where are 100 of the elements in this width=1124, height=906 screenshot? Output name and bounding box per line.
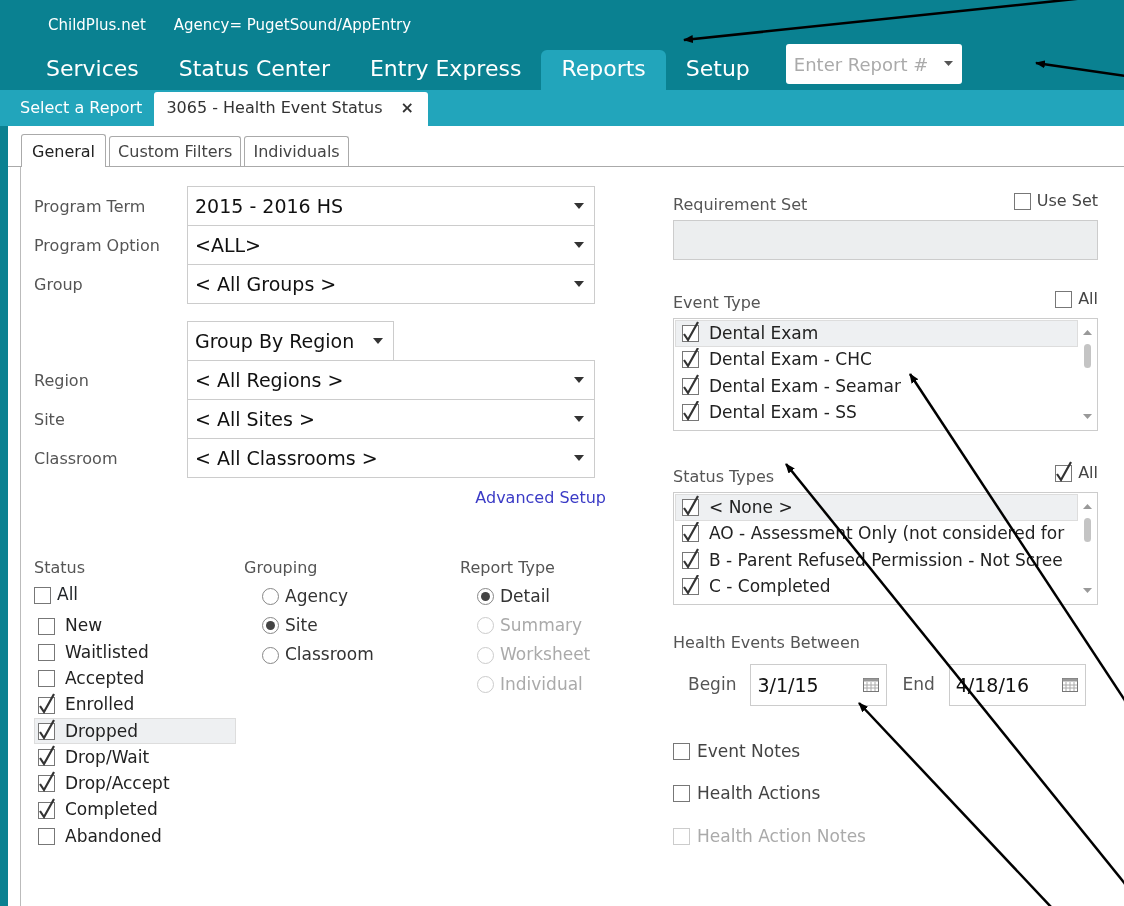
checkbox[interactable]	[682, 377, 699, 395]
form-tab[interactable]: Custom Filters	[109, 135, 242, 166]
field-label: Site	[34, 408, 66, 431]
dropdown[interactable]: < All Groups >	[187, 264, 595, 304]
checkbox[interactable]	[682, 404, 699, 422]
dropdown[interactable]: < All Sites >	[187, 399, 595, 439]
item-label: < None >	[709, 495, 793, 519]
status-row[interactable]: Completed	[34, 797, 236, 824]
form-tab[interactable]: General	[21, 133, 107, 167]
checkbox-label: Use Set	[1036, 190, 1098, 212]
caret-icon	[373, 338, 383, 344]
checkbox-label: Completed	[65, 798, 158, 822]
section-label: Health Events Between	[673, 632, 861, 654]
radio-label: Classroom	[285, 643, 374, 667]
field-label: End	[902, 673, 935, 697]
checkbox[interactable]	[34, 586, 51, 604]
nav-tab[interactable]: Status Center	[158, 49, 350, 90]
checkbox-label: Enrolled	[65, 693, 135, 717]
scroll-down-icon	[1082, 588, 1092, 593]
status-row[interactable]: Waitlisted	[34, 639, 236, 666]
nav-tab[interactable]: Services	[26, 49, 159, 90]
checkbox[interactable]	[682, 324, 699, 342]
dropdown[interactable]: Group By Region	[187, 321, 394, 361]
report-number-field[interactable]: Enter Report #	[785, 44, 962, 84]
list-item[interactable]: Dental Exam - Seamar	[675, 373, 1078, 400]
report-tab[interactable]: 3065 - Health Event Status ×	[154, 92, 428, 126]
radio-label: Worksheet	[500, 643, 591, 667]
field-label: Classroom	[34, 447, 119, 470]
checkbox[interactable]	[682, 498, 699, 516]
radio-button[interactable]	[477, 588, 494, 606]
section-label: Grouping	[244, 557, 319, 579]
item-label: Dental Exam - Seamar	[709, 374, 901, 398]
checkbox[interactable]	[1055, 464, 1073, 482]
checkbox[interactable]	[1013, 192, 1031, 210]
radio-button[interactable]	[262, 646, 279, 664]
checkbox[interactable]	[673, 785, 690, 803]
nav-tab[interactable]: Setup	[665, 49, 770, 90]
dropdown[interactable]: < All Classrooms >	[187, 438, 595, 478]
status-row[interactable]: Dropped	[34, 718, 236, 745]
field-label: Program Term	[34, 195, 147, 218]
section-label: Report Type	[460, 557, 556, 579]
dropdown[interactable]: 2015 - 2016 HS	[187, 186, 595, 226]
radio-button[interactable]	[262, 617, 279, 635]
close-button[interactable]: ×	[400, 98, 414, 118]
caret-icon	[574, 281, 584, 287]
list-item[interactable]: C - Completed	[675, 573, 1078, 600]
checkbox-label: All	[57, 583, 79, 607]
dropdown[interactable]: < All Regions >	[187, 360, 595, 400]
list-item[interactable]: Dental Exam - CHC	[675, 346, 1078, 373]
requirement-set-field[interactable]	[673, 220, 1098, 260]
checkbox-label: Drop/Accept	[65, 772, 170, 796]
status-row[interactable]: Drop/Accept	[34, 770, 236, 798]
agency-label: Agency= PugetSound/AppEntry	[173, 15, 412, 36]
checkbox[interactable]	[38, 643, 55, 661]
form-tab[interactable]: Individuals	[244, 135, 349, 166]
scrollbar-thumb	[1083, 343, 1091, 368]
list-item[interactable]: Dental Exam	[675, 320, 1078, 347]
status-row[interactable]: New	[34, 613, 236, 640]
date-field[interactable]: 3/1/15	[750, 664, 888, 706]
item-label: C - Completed	[709, 575, 831, 598]
checkbox[interactable]	[682, 351, 699, 369]
section-label: Requirement Set	[673, 194, 808, 216]
checkbox-label: All	[1078, 462, 1098, 484]
scroll-up-icon	[1082, 330, 1092, 335]
checkbox[interactable]	[38, 670, 55, 688]
list-item[interactable]: < None >	[675, 494, 1078, 521]
status-row[interactable]: Drop/Wait	[34, 744, 236, 771]
radio-button[interactable]	[262, 588, 279, 606]
caret-icon	[943, 61, 953, 66]
dropdown[interactable]: <ALL>	[187, 225, 595, 265]
checkbox[interactable]	[682, 551, 699, 569]
radio-label: Detail	[500, 584, 551, 608]
caret-icon	[574, 416, 584, 422]
status-row[interactable]: Enrolled	[34, 691, 236, 719]
checkbox[interactable]	[1055, 290, 1073, 308]
checkbox[interactable]	[38, 617, 55, 635]
checkbox[interactable]	[38, 828, 55, 845]
status-row[interactable]: Abandoned	[34, 823, 236, 850]
nav-tab[interactable]: Entry Express	[349, 49, 542, 90]
scrollbar-thumb	[1083, 517, 1091, 542]
checkbox[interactable]	[38, 801, 55, 819]
checkbox-label: Health Action Notes	[697, 824, 866, 848]
checkbox[interactable]	[38, 722, 55, 740]
checkbox-label: Drop/Wait	[65, 745, 150, 769]
calendar-icon	[863, 678, 880, 692]
list-item[interactable]: Dental Exam - SS	[675, 399, 1078, 426]
checkbox[interactable]	[38, 696, 55, 714]
checkbox[interactable]	[673, 742, 690, 760]
advanced-setup-link[interactable]: Advanced Setup	[475, 486, 606, 510]
app-name: ChildPlus.net	[48, 15, 146, 36]
status-row[interactable]: Accepted	[34, 665, 236, 692]
checkbox[interactable]	[682, 525, 699, 543]
caret-icon	[574, 203, 584, 209]
caret-icon	[574, 242, 584, 248]
caret-icon	[574, 377, 584, 383]
checkbox[interactable]	[682, 578, 699, 596]
caret-icon	[574, 455, 584, 461]
checkbox-label: All	[1078, 288, 1098, 310]
checkbox-label: Waitlisted	[65, 640, 149, 664]
calendar-icon	[1061, 678, 1078, 692]
